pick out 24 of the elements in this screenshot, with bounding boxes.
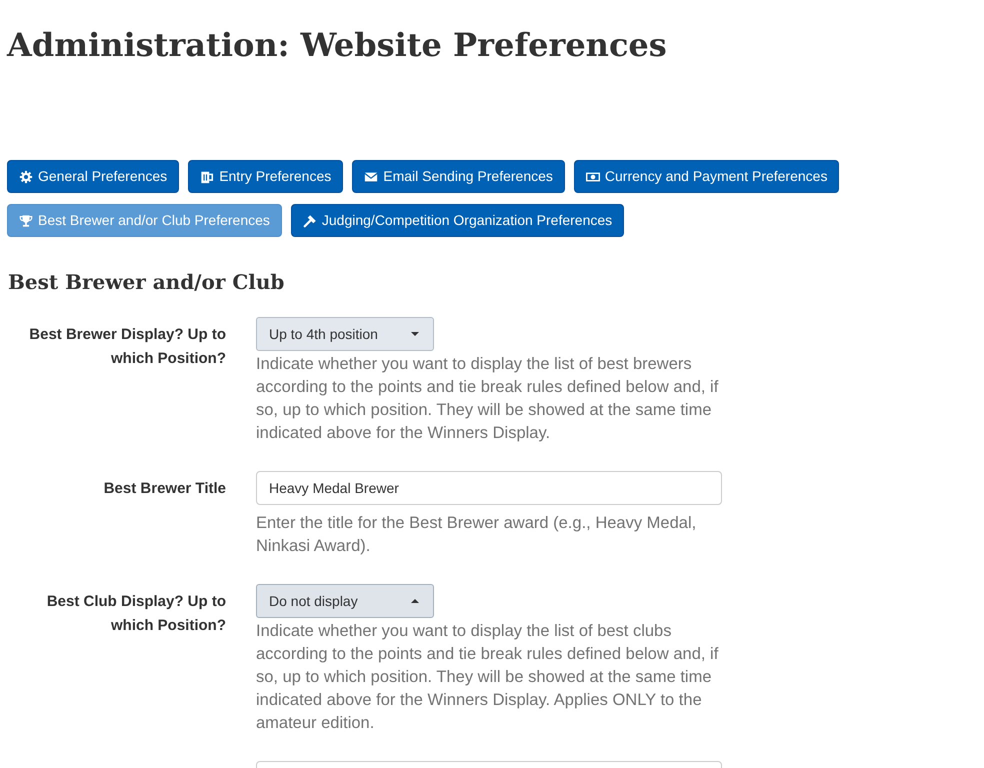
preferences-tab[interactable]: Currency and Payment Preferences: [574, 160, 840, 193]
page-title: Administration: Website Preferences: [7, 25, 667, 64]
banknote-icon: [586, 170, 600, 184]
text-field[interactable]: Heavy Medal Brewer: [256, 471, 722, 505]
gavel-icon: [302, 214, 317, 228]
help-text: Indicate whether you want to display the list of best brewers according to the points and tie break rules defined below and, if so, up to which position. They will be showed at the same time indicated above for the Winners Display.: [256, 354, 720, 444]
section-heading: Best Brewer and/or Club: [8, 269, 284, 296]
preferences-tab[interactable]: General Preferences: [7, 160, 180, 193]
dropdown[interactable]: Up to 4th position: [256, 317, 434, 351]
envelope-icon: [364, 170, 378, 184]
caret-icon: [411, 599, 419, 603]
help-text: Indicate whether you want to display the list of best clubs according to the points and tie break rules defined below and, if so, up to which position. They will be showed at the same time indicated above for the Winners Display. Applies ONLY to the amateur edition.: [256, 621, 720, 734]
gear-icon: [19, 170, 33, 184]
help-text: Enter the title for the Best Brewer award (e.g., Heavy Medal, Ninkasi Award).: [256, 513, 698, 557]
preferences-tab[interactable]: Judging/Competition Organization Preferences: [290, 204, 624, 237]
trophy-icon: [19, 214, 33, 228]
caret-icon: [411, 332, 419, 336]
field-label: Best Brewer Display? Up to which Position?: [29, 326, 226, 367]
beer-mug-icon: [200, 170, 214, 184]
field-label: Best Club Display? Up to which Position?: [46, 593, 226, 634]
preferences-tab[interactable]: Email Sending Preferences: [352, 160, 565, 193]
dropdown[interactable]: Do not display: [256, 584, 434, 618]
field-label: Best Brewer Title: [104, 480, 226, 497]
preferences-tab[interactable]: Entry Preferences: [188, 160, 344, 193]
